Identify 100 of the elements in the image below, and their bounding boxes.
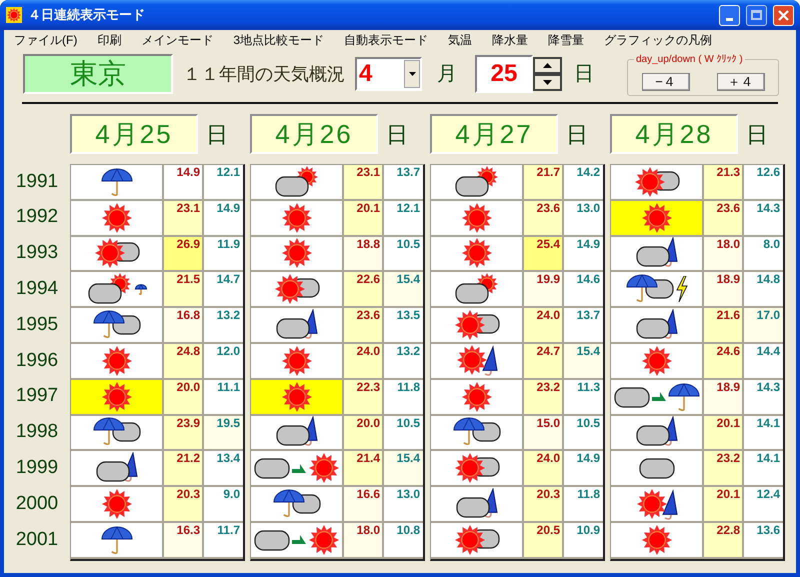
menu-item[interactable]: 印刷 (97, 31, 122, 49)
low-temp-cell: 13.2 (204, 308, 243, 344)
day-unit: 日 (746, 120, 768, 148)
year-label: 1995 (14, 312, 60, 337)
menu-item[interactable]: 気温 (448, 31, 472, 49)
sun-icon (640, 202, 672, 234)
sun-icon (640, 344, 672, 377)
spin-up-button[interactable] (533, 57, 562, 74)
day-unit: 日 (206, 120, 228, 148)
down-arrow-icon (543, 80, 552, 85)
maximize-icon (751, 10, 762, 20)
low-temp-cell: 13.4 (204, 451, 243, 488)
high-temp-cell: 20.1 (704, 416, 744, 452)
year-label: 1997 (14, 384, 60, 408)
menu-item[interactable]: グラフィックの凡例 (604, 31, 712, 49)
sun-icon (640, 524, 672, 556)
menu-item[interactable]: 降水量 (492, 31, 528, 49)
low-temp-cell: 11.8 (384, 380, 423, 416)
high-temp-cell: 22.8 (704, 522, 744, 559)
high-temp-cell: 20.0 (344, 416, 384, 452)
high-temp-cell: 20.0 (164, 380, 204, 416)
high-temp-cell: 16.8 (164, 308, 204, 344)
maximize-button[interactable] (746, 4, 767, 26)
low-temp-cell: 14.6 (564, 272, 603, 308)
low-temp-cell: 14.3 (744, 380, 783, 416)
high-temp-cell: 23.1 (164, 200, 204, 237)
menu-item[interactable]: メインモード (141, 31, 214, 49)
sun-icon (308, 452, 340, 484)
cloud-sun-icon (454, 166, 500, 198)
year-label: 1996 (14, 348, 60, 373)
low-temp-cell: 14.1 (744, 451, 783, 488)
sun-icon (460, 202, 492, 234)
menu-item[interactable]: ファイル(F) (14, 31, 78, 49)
high-temp-cell: 22.3 (344, 380, 384, 416)
minimize-button[interactable] (719, 4, 740, 26)
cloud-umbrella-icon (634, 236, 678, 270)
high-temp-cell: 24.7 (524, 344, 564, 380)
low-temp-cell: 14.7 (204, 272, 243, 308)
date-label: 4月28 (610, 114, 738, 154)
lightning-icon (676, 276, 688, 302)
low-temp-cell: 14.9 (564, 236, 603, 272)
low-temp-cell: 10.9 (564, 522, 603, 559)
minimize-icon (726, 18, 733, 20)
high-temp-cell: 21.3 (704, 165, 744, 201)
high-temp-cell: 18.8 (344, 236, 384, 272)
up-arrow-icon (543, 63, 552, 68)
sun-cloud-icon (274, 273, 320, 306)
shift-button[interactable]: ＋４ (716, 72, 764, 90)
low-temp-cell: 11.1 (204, 380, 243, 416)
high-temp-cell: 26.9 (164, 236, 204, 272)
high-temp-cell: 21.7 (524, 165, 564, 201)
sun-icon (100, 380, 132, 413)
sun-icon (280, 237, 312, 270)
sun-cloud-icon (454, 452, 500, 484)
low-temp-cell: 12.1 (384, 200, 423, 237)
low-temp-cell: 12.6 (744, 165, 783, 201)
high-temp-cell: 24.0 (524, 451, 564, 488)
summary-label: １１年間の天気概況 (183, 62, 345, 86)
high-temp-cell: 25.4 (524, 236, 564, 272)
low-temp-cell: 10.5 (384, 416, 423, 452)
low-temp-cell: 14.4 (744, 344, 783, 380)
low-temp-cell: 11.7 (204, 522, 243, 559)
arrow-icon (292, 535, 306, 544)
year-label: 1999 (14, 456, 60, 480)
low-temp-cell: 13.2 (384, 344, 423, 380)
high-temp-cell: 18.9 (704, 380, 744, 416)
month-dropdown[interactable]: 4 (355, 57, 422, 91)
high-temp-cell: 24.0 (344, 344, 384, 380)
high-temp-cell: 15.0 (524, 416, 564, 452)
spin-down-button[interactable] (533, 74, 562, 91)
low-temp-cell: 15.4 (384, 451, 423, 488)
low-temp-cell: 19.5 (204, 416, 243, 452)
high-temp-cell: 23.1 (344, 165, 384, 201)
menu-item[interactable]: 3地点比較モード (233, 31, 324, 49)
menu-item[interactable]: 自動表示モード (344, 31, 428, 49)
low-temp-cell: 14.9 (204, 200, 243, 237)
low-temp-cell: 13.7 (564, 308, 603, 344)
day-unit: 日 (566, 120, 588, 148)
window-title: ４日連続表示モード (28, 6, 146, 24)
day-field[interactable]: 25 (475, 55, 533, 93)
year-label: 2001 (14, 528, 60, 552)
sun-cloud-icon (454, 309, 500, 342)
umbrella-icon (100, 166, 132, 197)
low-temp-cell: 11.8 (564, 487, 603, 523)
high-temp-cell: 23.6 (524, 200, 564, 237)
umbrella-icon (134, 283, 146, 296)
sun-icon (308, 524, 340, 556)
menu-item[interactable]: 降雪量 (548, 31, 584, 49)
date-label: 4月25 (70, 114, 198, 154)
date-label: 4月26 (250, 114, 378, 154)
low-temp-cell: 10.8 (384, 522, 423, 559)
high-temp-cell: 19.9 (524, 272, 564, 308)
high-temp-cell: 24.8 (164, 344, 204, 380)
location-label: 東京 (23, 54, 173, 94)
shift-button[interactable]: −４ (642, 72, 690, 90)
close-button[interactable] (773, 4, 794, 26)
high-temp-cell: 22.6 (344, 272, 384, 308)
arrow-icon (292, 464, 306, 473)
low-temp-cell: 13.0 (384, 487, 423, 523)
high-temp-cell: 16.6 (344, 487, 384, 523)
